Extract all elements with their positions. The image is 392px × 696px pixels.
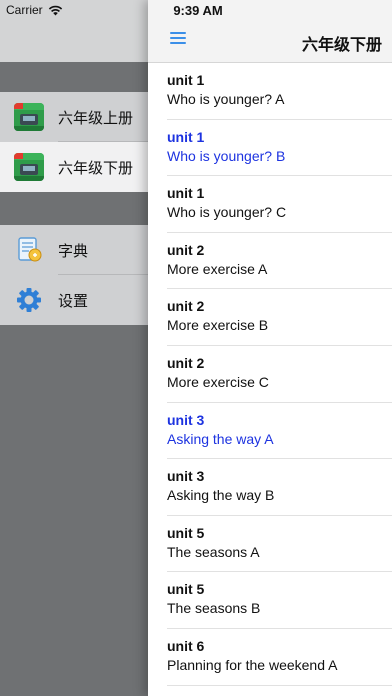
nav-bar: 9:39 AM 六年级下册 bbox=[148, 0, 392, 63]
lesson-unit: unit 2 bbox=[167, 241, 205, 258]
dictionary-icon bbox=[14, 236, 44, 264]
drawer-item-label: 字典 bbox=[58, 242, 89, 260]
lesson-unit: unit 5 bbox=[167, 581, 205, 598]
status-time: 9:39 AM bbox=[173, 3, 223, 18]
lesson-row[interactable]: unit 3 Asking the way B bbox=[148, 459, 392, 516]
divider bbox=[167, 684, 392, 686]
side-drawer: Carrier 六年级上册 六年级下册 字典 设置 bbox=[0, 0, 160, 696]
lesson-row[interactable]: unit 2 More exercise C bbox=[148, 346, 392, 403]
lesson-unit: unit 2 bbox=[167, 298, 205, 315]
lesson-row[interactable]: unit 1 Who is younger? C bbox=[148, 176, 392, 233]
drawer-header: Carrier bbox=[0, 0, 160, 62]
wifi-icon bbox=[48, 5, 62, 16]
lesson-row[interactable]: unit 6 Planning for the weekend A bbox=[148, 629, 392, 686]
menu-icon[interactable] bbox=[170, 32, 186, 45]
carrier-label: Carrier bbox=[6, 3, 43, 17]
lesson-unit: unit 1 bbox=[167, 72, 205, 88]
drawer-item-label: 设置 bbox=[58, 292, 89, 310]
lesson-unit: unit 5 bbox=[167, 524, 205, 541]
lesson-row[interactable]: unit 2 More exercise A bbox=[148, 233, 392, 290]
gear-icon bbox=[14, 286, 44, 314]
drawer-item-label: 六年级下册 bbox=[58, 159, 134, 177]
lesson-title: Planning for the weekend A bbox=[167, 656, 338, 673]
lesson-unit: unit 1 bbox=[167, 128, 205, 145]
lesson-title: Who is younger? A bbox=[167, 91, 285, 107]
content-panel: 9:39 AM 六年级下册 unit 1 Who is younger? Auni… bbox=[148, 0, 392, 696]
tools-menu: 字典 设置 bbox=[0, 225, 160, 325]
drawer-item-grade6-vol1[interactable]: 六年级上册 bbox=[0, 92, 160, 142]
lesson-title: More exercise C bbox=[167, 373, 269, 390]
page-title: 六年级下册 bbox=[301, 37, 382, 54]
book-cover-icon bbox=[14, 103, 44, 131]
lesson-title: Asking the way B bbox=[167, 487, 275, 504]
lesson-row[interactable]: unit 1 Who is younger? B bbox=[148, 120, 392, 177]
lesson-unit: unit 3 bbox=[167, 411, 205, 428]
drawer-item-settings[interactable]: 设置 bbox=[0, 275, 160, 325]
lesson-title: Who is younger? C bbox=[167, 204, 287, 221]
drawer-item-dictionary[interactable]: 字典 bbox=[0, 225, 160, 275]
lesson-unit: unit 3 bbox=[167, 468, 205, 485]
lesson-title: More exercise A bbox=[167, 260, 268, 277]
drawer-item-label: 六年级上册 bbox=[58, 109, 134, 127]
lesson-list: unit 1 Who is younger? A unit 1 Who is youn… bbox=[148, 63, 392, 686]
lesson-row[interactable]: unit 1 Who is younger? A bbox=[148, 63, 392, 120]
lesson-title: More exercise B bbox=[167, 317, 269, 334]
status-bar-left: Carrier bbox=[6, 3, 63, 17]
lesson-title: The seasons B bbox=[167, 600, 261, 617]
lesson-unit: unit 6 bbox=[167, 637, 205, 654]
lesson-row[interactable]: unit 2 More exercise B bbox=[148, 289, 392, 346]
lesson-unit: unit 1 bbox=[167, 185, 205, 202]
lesson-title: Asking the way A bbox=[167, 430, 274, 447]
drawer-item-grade6-vol2[interactable]: 六年级下册 bbox=[0, 142, 160, 192]
book-menu: 六年级上册 六年级下册 bbox=[0, 92, 160, 192]
lesson-title: The seasons A bbox=[167, 543, 260, 560]
book-cover-icon bbox=[14, 153, 44, 181]
lesson-row[interactable]: unit 5 The seasons B bbox=[148, 572, 392, 629]
lesson-unit: unit 2 bbox=[167, 354, 205, 371]
lesson-title: Who is younger? B bbox=[167, 147, 286, 164]
lesson-row[interactable]: unit 3 Asking the way A bbox=[148, 403, 392, 460]
lesson-row[interactable]: unit 5 The seasons A bbox=[148, 516, 392, 573]
